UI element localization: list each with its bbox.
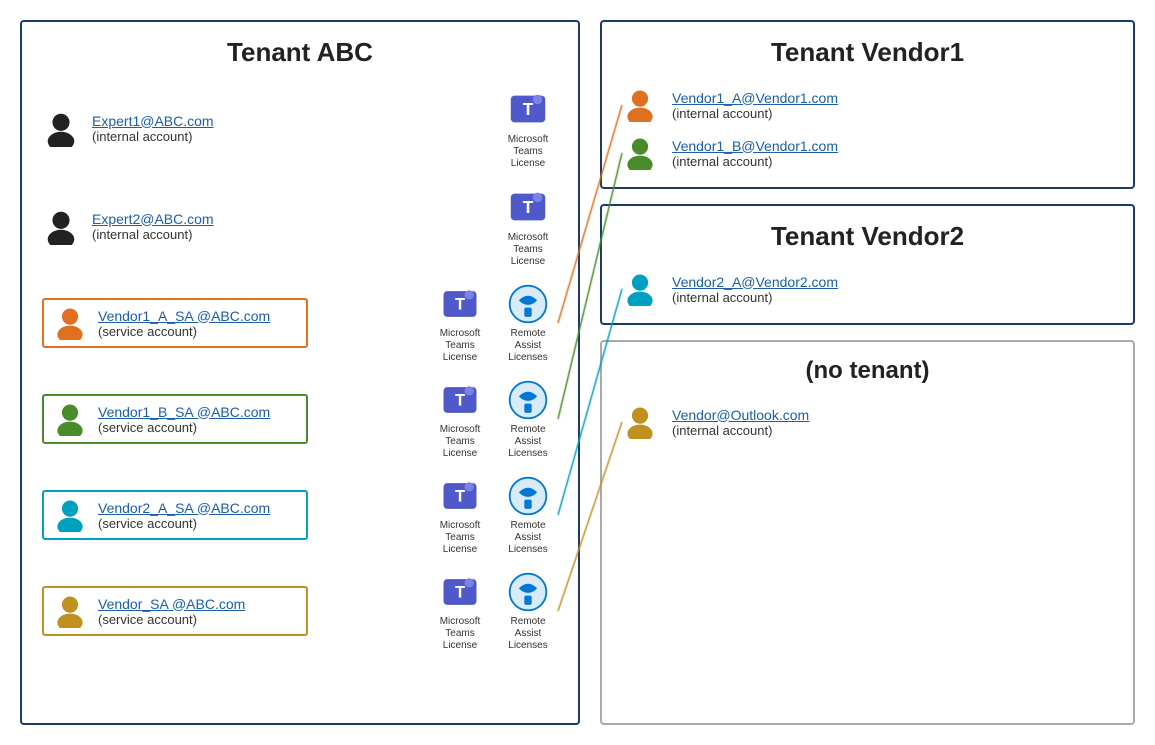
user-info-vendor1a: Vendor1_A@Vendor1.com (internal account) bbox=[672, 90, 872, 121]
avatar-vendor1b bbox=[622, 134, 660, 172]
user-email-vendor-outlook[interactable]: Vendor@Outlook.com bbox=[672, 407, 872, 423]
user-info-vendor1a-sa: Vendor1_A_SA @ABC.com (service account) bbox=[98, 308, 298, 339]
user-type-vendor2a-sa: (service account) bbox=[98, 516, 298, 531]
remote-label-vendor1a-sa: Remote Assist Licenses bbox=[498, 328, 558, 364]
user-email-vendor1a[interactable]: Vendor1_A@Vendor1.com bbox=[672, 90, 872, 106]
sa-box-vendor1b: Vendor1_B_SA @ABC.com (service account) bbox=[42, 394, 308, 444]
user-info-vendor2a: Vendor2_A@Vendor2.com (internal account) bbox=[672, 274, 872, 305]
remote-label-vendor1b-sa: Remote Assist Licenses bbox=[498, 424, 558, 460]
svg-text:T: T bbox=[455, 392, 465, 410]
teams-license-vendor1b-sa: T Microsoft Teams License bbox=[430, 378, 490, 460]
avatar-vendor1b-sa bbox=[52, 400, 90, 438]
user-row-vendor1b: Vendor1_B@Vendor1.com (internal account) bbox=[622, 134, 1113, 172]
license-icons-expert2: T Microsoft Teams License bbox=[498, 184, 558, 268]
user-email-vendor-sa[interactable]: Vendor_SA @ABC.com bbox=[98, 596, 298, 612]
user-email-vendor2a[interactable]: Vendor2_A@Vendor2.com bbox=[672, 274, 872, 290]
user-type-vendor1a-sa: (service account) bbox=[98, 324, 298, 339]
user-row-vendor-outlook: Vendor@Outlook.com (internal account) bbox=[622, 403, 1113, 441]
user-type-expert2: (internal account) bbox=[92, 227, 292, 242]
remote-license-vendor1a-sa: Remote Assist Licenses bbox=[498, 282, 558, 364]
user-email-expert2[interactable]: Expert2@ABC.com bbox=[92, 211, 292, 227]
svg-text:T: T bbox=[455, 488, 465, 506]
user-email-vendor2a-sa[interactable]: Vendor2_A_SA @ABC.com bbox=[98, 500, 298, 516]
teams-license-expert1: T Microsoft Teams License bbox=[498, 86, 558, 170]
no-tenant-panel: (no tenant) Vendor@Outlook.com (internal… bbox=[600, 340, 1135, 725]
user-info-vendor1b-sa: Vendor1_B_SA @ABC.com (service account) bbox=[98, 404, 298, 435]
avatar-vendor-outlook bbox=[622, 403, 660, 441]
user-row-expert2: Expert2@ABC.com (internal account) T Mic… bbox=[42, 184, 558, 268]
user-row-expert1: Expert1@ABC.com (internal account) T Mic… bbox=[42, 86, 558, 170]
user-type-vendor-sa: (service account) bbox=[98, 612, 298, 627]
user-row-vendor1b-sa: Vendor1_B_SA @ABC.com (service account) … bbox=[42, 378, 558, 460]
user-info-vendor-sa: Vendor_SA @ABC.com (service account) bbox=[98, 596, 298, 627]
remote-license-vendor2a-sa: Remote Assist Licenses bbox=[498, 474, 558, 556]
user-row-vendor1a: Vendor1_A@Vendor1.com (internal account) bbox=[622, 86, 1113, 124]
svg-text:T: T bbox=[455, 296, 465, 314]
user-type-vendor1b-sa: (service account) bbox=[98, 420, 298, 435]
tenant-abc-panel: Tenant ABC Expert1@ABC.com (internal acc… bbox=[20, 20, 580, 725]
user-row-vendor1a-sa: Vendor1_A_SA @ABC.com (service account) … bbox=[42, 282, 558, 364]
user-info-expert1: Expert1@ABC.com (internal account) bbox=[92, 113, 292, 144]
sa-box-vendor1a: Vendor1_A_SA @ABC.com (service account) bbox=[42, 298, 308, 348]
user-row-vendor-sa: Vendor_SA @ABC.com (service account) T M… bbox=[42, 570, 558, 652]
svg-text:T: T bbox=[523, 197, 534, 217]
avatar-vendor1a bbox=[622, 86, 660, 124]
user-info-vendor-outlook: Vendor@Outlook.com (internal account) bbox=[672, 407, 872, 438]
avatar-vendor1a-sa bbox=[52, 304, 90, 342]
user-email-vendor1b[interactable]: Vendor1_B@Vendor1.com bbox=[672, 138, 872, 154]
teams-label-vendor2a-sa: Microsoft Teams License bbox=[430, 520, 490, 556]
tenant-vendor2-title: Tenant Vendor2 bbox=[622, 221, 1113, 252]
user-info-vendor2a-sa: Vendor2_A_SA @ABC.com (service account) bbox=[98, 500, 298, 531]
tenant-vendor1-panel: Tenant Vendor1 Vendor1_A@Vendor1.com (in… bbox=[600, 20, 1135, 189]
user-row-vendor2a-sa: Vendor2_A_SA @ABC.com (service account) … bbox=[42, 474, 558, 556]
tenant-abc-title: Tenant ABC bbox=[42, 37, 558, 68]
tenant-vendor2-panel: Tenant Vendor2 Vendor2_A@Vendor2.com (in… bbox=[600, 204, 1135, 325]
user-type-vendor2a: (internal account) bbox=[672, 290, 872, 305]
user-type-expert1: (internal account) bbox=[92, 129, 292, 144]
no-tenant-title: (no tenant) bbox=[622, 357, 1113, 385]
avatar-expert2 bbox=[42, 207, 80, 245]
user-email-vendor1b-sa[interactable]: Vendor1_B_SA @ABC.com bbox=[98, 404, 298, 420]
sa-box-vendor: Vendor_SA @ABC.com (service account) bbox=[42, 586, 308, 636]
teams-license-vendor2a-sa: T Microsoft Teams License bbox=[430, 474, 490, 556]
avatar-vendor2a bbox=[622, 270, 660, 308]
remote-label-vendor2a-sa: Remote Assist Licenses bbox=[498, 520, 558, 556]
teams-license-vendor1a-sa: T Microsoft Teams License bbox=[430, 282, 490, 364]
remote-license-vendor1b-sa: Remote Assist Licenses bbox=[498, 378, 558, 460]
teams-label-vendor-sa: Microsoft Teams License bbox=[430, 616, 490, 652]
teams-license-expert2: T Microsoft Teams License bbox=[498, 184, 558, 268]
license-icons-vendor-sa: T Microsoft Teams License Remote Assist … bbox=[430, 570, 558, 652]
remote-label-vendor-sa: Remote Assist Licenses bbox=[498, 616, 558, 652]
license-icons-vendor1a-sa: T Microsoft Teams License Remote Assist … bbox=[430, 282, 558, 364]
license-icons-expert1: T Microsoft Teams License bbox=[498, 86, 558, 170]
user-info-vendor1b: Vendor1_B@Vendor1.com (internal account) bbox=[672, 138, 872, 169]
user-type-vendor1b: (internal account) bbox=[672, 154, 872, 169]
avatar-vendor2a-sa bbox=[52, 496, 90, 534]
user-email-vendor1a-sa[interactable]: Vendor1_A_SA @ABC.com bbox=[98, 308, 298, 324]
main-container: Tenant ABC Expert1@ABC.com (internal acc… bbox=[0, 0, 1155, 745]
tenant-vendor1-title: Tenant Vendor1 bbox=[622, 37, 1113, 68]
user-row-vendor2a: Vendor2_A@Vendor2.com (internal account) bbox=[622, 270, 1113, 308]
user-email-expert1[interactable]: Expert1@ABC.com bbox=[92, 113, 292, 129]
teams-label-vendor1b-sa: Microsoft Teams License bbox=[430, 424, 490, 460]
license-icons-vendor2a-sa: T Microsoft Teams License Remote Assist … bbox=[430, 474, 558, 556]
teams-label-vendor1a-sa: Microsoft Teams License bbox=[430, 328, 490, 364]
teams-license-vendor-sa: T Microsoft Teams License bbox=[430, 570, 490, 652]
avatar-expert1 bbox=[42, 109, 80, 147]
right-panel: Tenant Vendor1 Vendor1_A@Vendor1.com (in… bbox=[600, 20, 1135, 725]
sa-box-vendor2a: Vendor2_A_SA @ABC.com (service account) bbox=[42, 490, 308, 540]
license-icons-vendor1b-sa: T Microsoft Teams License Remote Assist … bbox=[430, 378, 558, 460]
teams-label-expert2: Microsoft Teams License bbox=[498, 232, 558, 268]
teams-label-expert1: Microsoft Teams License bbox=[498, 134, 558, 170]
user-info-expert2: Expert2@ABC.com (internal account) bbox=[92, 211, 292, 242]
user-type-vendor-outlook: (internal account) bbox=[672, 423, 872, 438]
avatar-vendor-sa bbox=[52, 592, 90, 630]
user-type-vendor1a: (internal account) bbox=[672, 106, 872, 121]
svg-text:T: T bbox=[523, 99, 534, 119]
svg-text:T: T bbox=[455, 584, 465, 602]
remote-license-vendor-sa: Remote Assist Licenses bbox=[498, 570, 558, 652]
